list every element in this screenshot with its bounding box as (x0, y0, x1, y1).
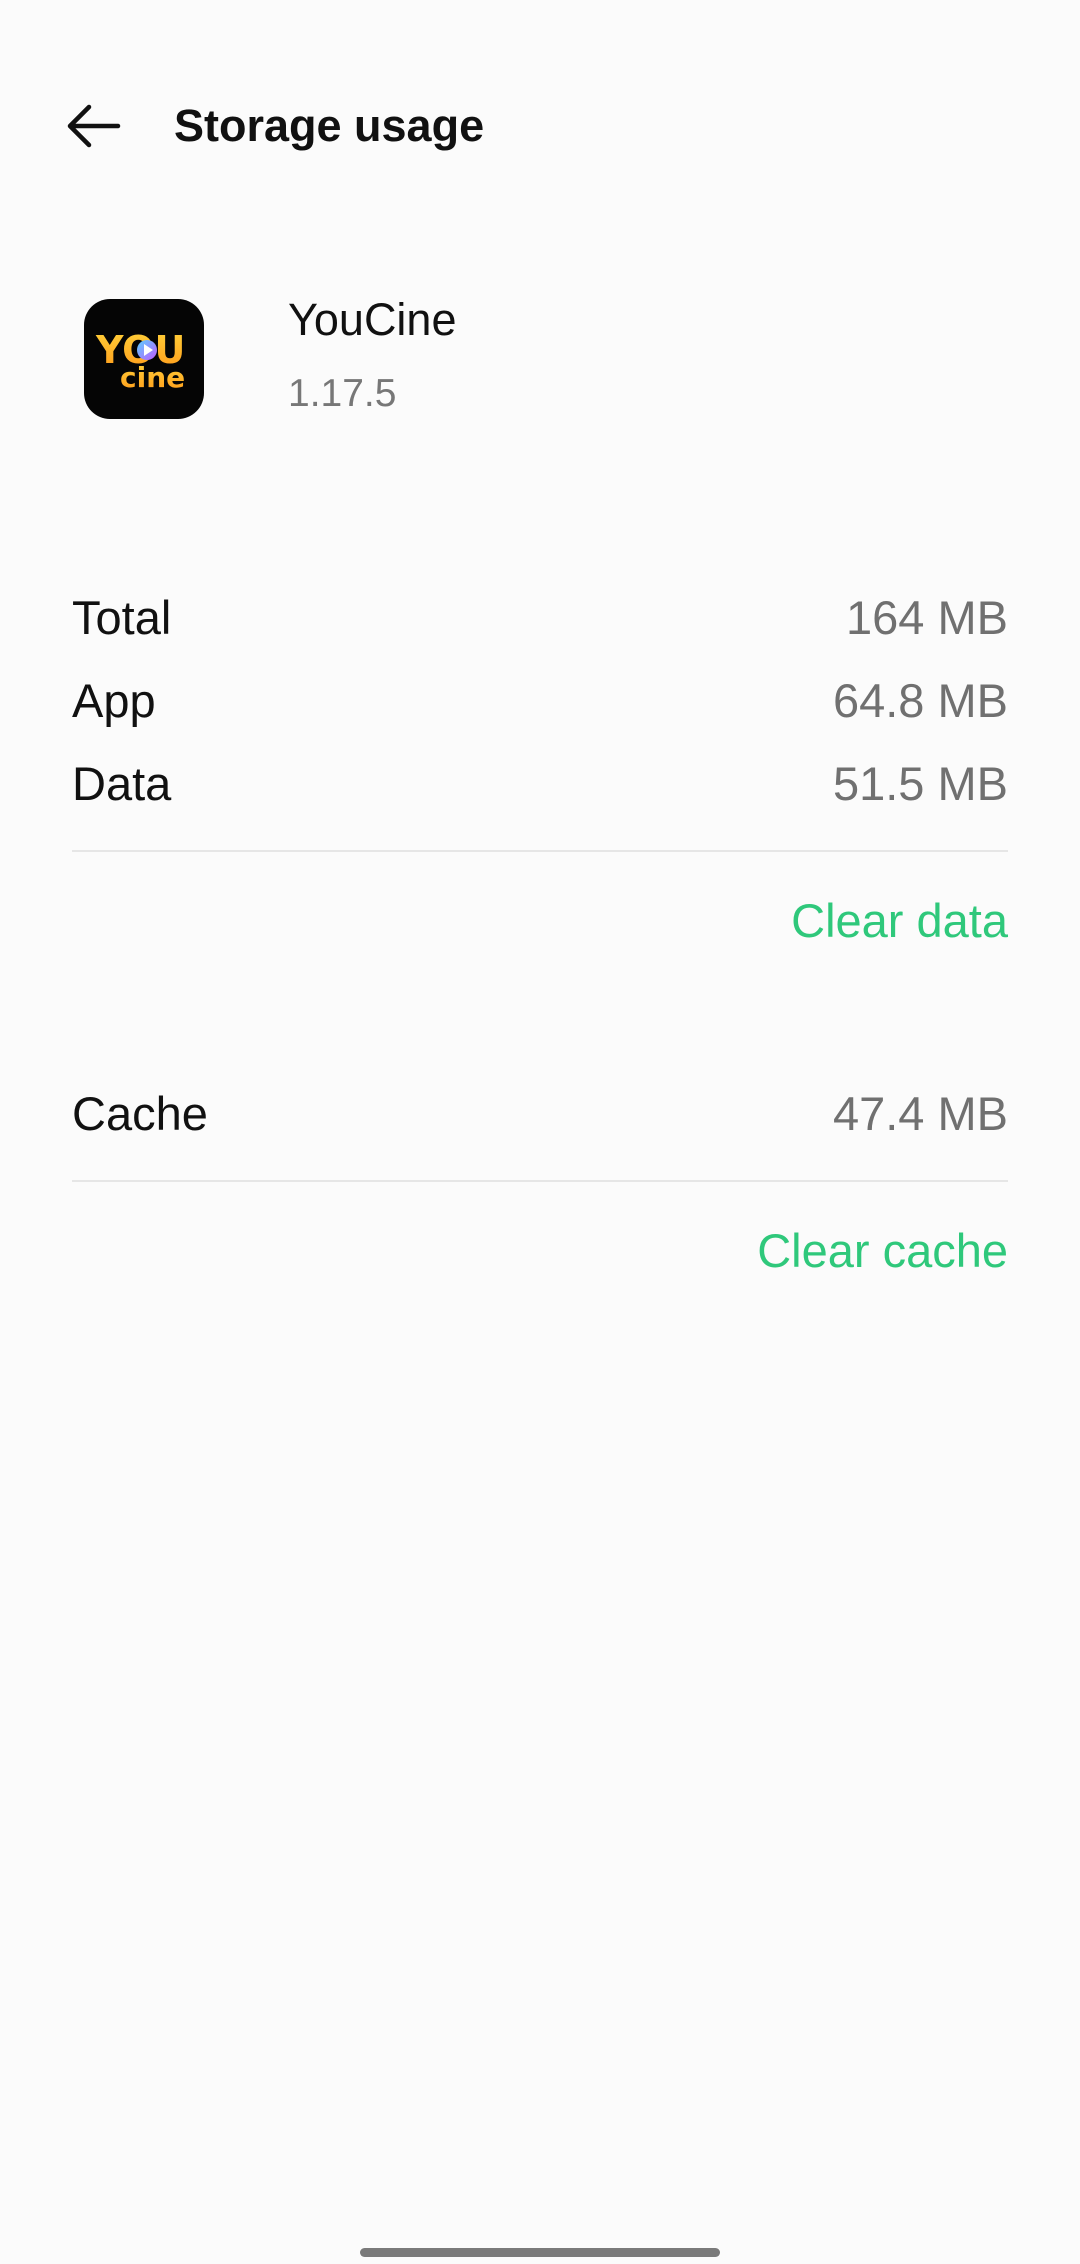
top-app-bar: Storage usage (0, 88, 1080, 164)
divider (72, 1180, 1008, 1182)
divider (72, 850, 1008, 852)
storage-usage-screen: Storage usage YOU cine YouCine 1.17.5 To… (0, 0, 1080, 2264)
clear-data-button[interactable]: Clear data (791, 881, 1008, 961)
home-indicator[interactable] (360, 2248, 720, 2257)
storage-row-label: Total (72, 590, 172, 644)
app-version: 1.17.5 (288, 372, 397, 415)
clear-cache-button[interactable]: Clear cache (757, 1211, 1008, 1291)
storage-row-app: App 64.8 MB (72, 660, 1008, 740)
page-title: Storage usage (174, 100, 485, 151)
storage-row-value: 164 MB (846, 590, 1008, 644)
cache-value: 47.4 MB (832, 1086, 1008, 1140)
app-name: YouCine (288, 294, 457, 345)
logo-text-bottom: cine (120, 361, 185, 394)
arrow-left-icon (67, 104, 121, 148)
back-button[interactable] (52, 88, 136, 164)
storage-row-total: Total 164 MB (72, 577, 1008, 657)
storage-row-value: 51.5 MB (832, 756, 1008, 810)
storage-row-label: App (72, 673, 156, 727)
youcine-logo-icon: YOU cine (84, 299, 204, 419)
cache-row: Cache 47.4 MB (72, 1073, 1008, 1153)
storage-row-label: Data (72, 756, 172, 810)
cache-label: Cache (72, 1086, 208, 1140)
storage-row-value: 64.8 MB (832, 673, 1008, 727)
storage-row-data: Data 51.5 MB (72, 743, 1008, 823)
